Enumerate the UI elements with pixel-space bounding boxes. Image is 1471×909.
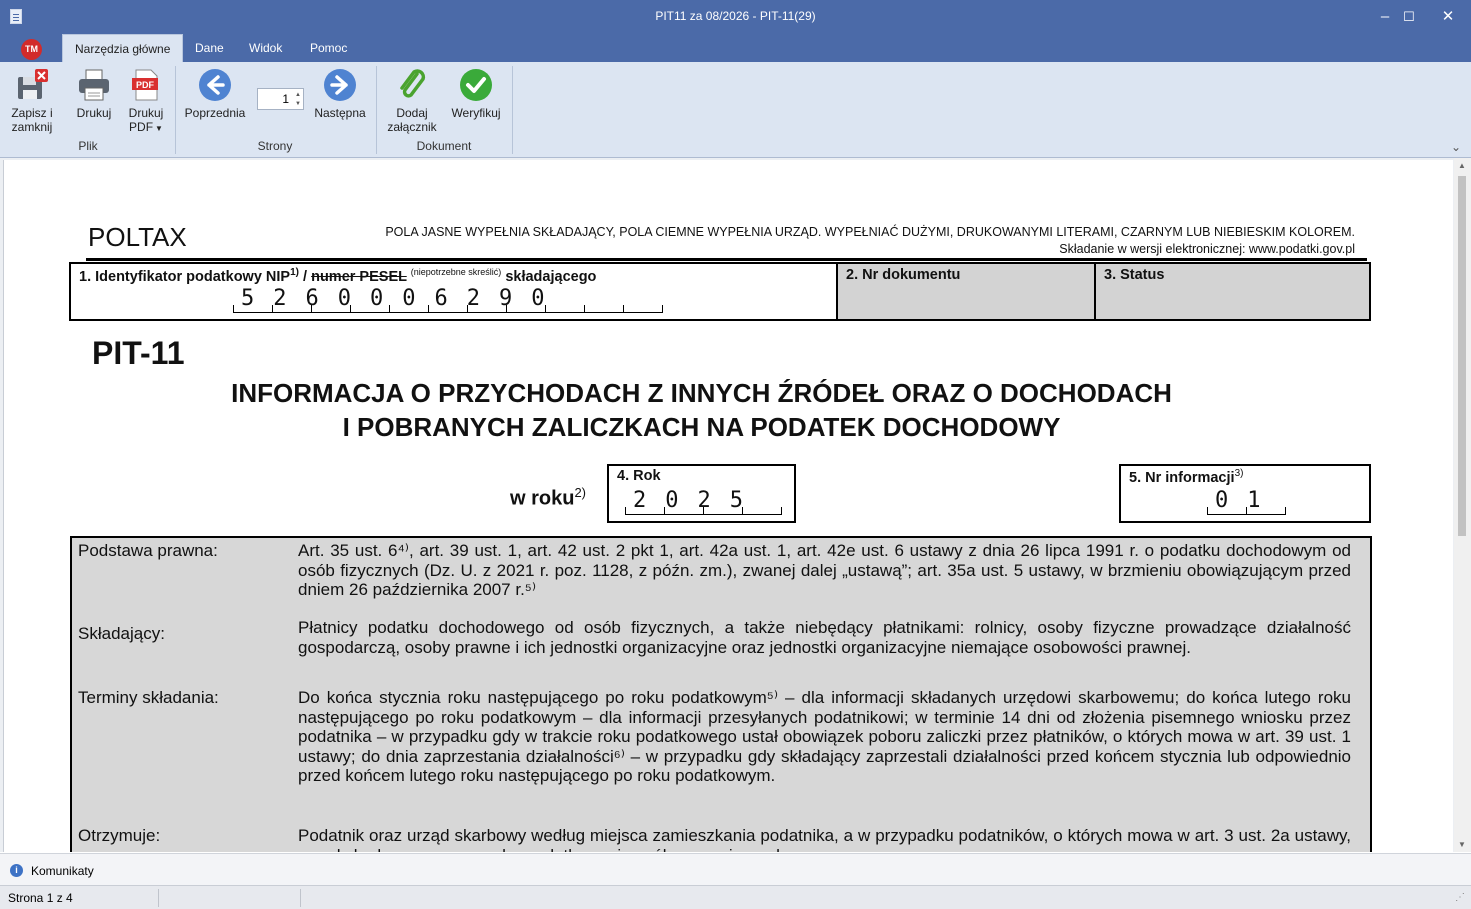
next-page-button[interactable]: Następna bbox=[310, 68, 370, 120]
print-button[interactable]: Drukuj bbox=[70, 68, 118, 120]
tab-narzedzia-glowne[interactable]: Narzędzia główne bbox=[62, 34, 184, 62]
print-pdf-label-2: PDF bbox=[129, 120, 154, 134]
field1-pesel-strike: numer PESEL bbox=[311, 268, 407, 285]
year-prefix-label: w roku2) bbox=[510, 485, 586, 511]
messages-bar: i Komunikaty bbox=[0, 853, 1471, 885]
chevron-down-icon: ▼ bbox=[155, 124, 163, 133]
group-separator bbox=[175, 66, 176, 154]
tab-dane[interactable]: Dane bbox=[183, 34, 236, 62]
spin-down-icon[interactable]: ▼ bbox=[293, 101, 301, 107]
scrollbar-thumb[interactable] bbox=[1458, 176, 1466, 536]
arrow-right-icon bbox=[324, 69, 356, 101]
field5-label: 5. Nr informacji bbox=[1129, 469, 1235, 486]
printer-icon bbox=[79, 69, 109, 101]
nip-comb bbox=[233, 305, 663, 313]
legal-info-box: Podstawa prawna: Art. 35 ust. 6⁴⁾, art. … bbox=[70, 536, 1372, 852]
field4-label: 4. Rok bbox=[617, 468, 661, 484]
pdf-icon: PDF bbox=[132, 69, 158, 101]
field1-label: 1. Identyfikator podatkowy NIP bbox=[79, 268, 291, 285]
year-footnote: 2) bbox=[574, 485, 587, 500]
resize-grip-icon[interactable]: ⋰ bbox=[1455, 892, 1465, 903]
tab-widok[interactable]: Widok bbox=[237, 34, 294, 62]
deadlines-text: Do końca stycznia roku następującego po … bbox=[298, 688, 1351, 785]
form-title-line-1: INFORMACJA O PRZYCHODACH Z INNYCH ŹRÓDEŁ… bbox=[231, 378, 1172, 408]
messages-button[interactable]: Komunikaty bbox=[31, 864, 94, 878]
save-close-label-1: Zapisz i bbox=[11, 106, 53, 120]
group-label-document: Dokument bbox=[416, 139, 472, 153]
previous-label: Poprzednia bbox=[184, 106, 246, 120]
save-close-label-2: zamknij bbox=[11, 120, 53, 134]
field3-label: 3. Status bbox=[1104, 267, 1165, 283]
field3-cell: 3. Status bbox=[1094, 264, 1369, 319]
verify-button[interactable]: Weryfikuj bbox=[446, 68, 506, 120]
form-title-line-2: I POBRANYCH ZALICZKACH NA PODATEK DOCHOD… bbox=[342, 412, 1061, 442]
spin-up-icon[interactable]: ▲ bbox=[293, 92, 301, 98]
arrow-left-icon bbox=[199, 69, 231, 101]
previous-page-button[interactable]: Poprzednia bbox=[183, 68, 247, 120]
info-number-box: 5. Nr informacji3) 01 bbox=[1119, 464, 1371, 523]
group-label-file: Plik bbox=[78, 139, 98, 153]
vertical-scrollbar[interactable]: ▲ ▼ bbox=[1454, 158, 1471, 852]
field5-footnote: 3) bbox=[1234, 468, 1244, 479]
header-rule bbox=[86, 258, 1367, 261]
recipient-label: Otrzymuje: bbox=[78, 826, 161, 845]
group-separator bbox=[512, 66, 513, 154]
add-attachment-label-1: Dodaj bbox=[396, 106, 428, 120]
pdf-icon-text: PDF bbox=[136, 80, 155, 90]
add-attachment-label-2: załącznik bbox=[387, 120, 437, 134]
legal-basis-label: Podstawa prawna: bbox=[78, 541, 218, 560]
menu-bar: TM Narzędzia główne Dane Widok Pomoc bbox=[0, 34, 1471, 62]
add-attachment-button[interactable]: Dodaj załącznik bbox=[383, 68, 441, 134]
instructions-text: POLA JASNE WYPEŁNIA SKŁADAJĄCY, POLA CIE… bbox=[385, 225, 1355, 239]
verify-label: Weryfikuj bbox=[451, 106, 501, 120]
recipient-text: Podatnik oraz urząd skarbowy według miej… bbox=[298, 826, 1351, 852]
title-bar: PIT11 za 08/2026 - PIT-11(29) – ☐ ✕ bbox=[0, 0, 1471, 34]
tm-logo-icon[interactable]: TM bbox=[21, 39, 42, 60]
print-pdf-label-1: Drukuj bbox=[128, 106, 164, 120]
form-page: POLTAX POLA JASNE WYPEŁNIA SKŁADAJĄCY, P… bbox=[3, 160, 1453, 852]
check-icon bbox=[460, 69, 492, 101]
legal-basis-text: Art. 35 ust. 6⁴⁾, art. 39 ust. 1, art. 4… bbox=[298, 541, 1351, 599]
page-number-value: 1 bbox=[282, 92, 289, 106]
field2-label: 2. Nr dokumentu bbox=[846, 267, 961, 283]
paperclip-icon bbox=[400, 69, 426, 98]
status-divider bbox=[300, 889, 301, 907]
ribbon: Zapisz i zamknij Drukuj PDF Drukuj PDF ▼ … bbox=[0, 62, 1471, 158]
group-separator bbox=[376, 66, 377, 154]
electronic-submission-text: Składanie w wersji elektronicznej: www.p… bbox=[1059, 242, 1355, 256]
window-title: PIT11 za 08/2026 - PIT-11(29) bbox=[655, 9, 816, 23]
page-indicator: Strona 1 z 4 bbox=[8, 891, 73, 905]
group-label-pages: Strony bbox=[257, 139, 293, 153]
next-label: Następna bbox=[314, 106, 366, 120]
field1-label-b: składającego bbox=[505, 268, 597, 285]
submitter-text: Płatnicy podatku dochodowego od osób fiz… bbox=[298, 618, 1351, 657]
info-number-comb bbox=[1207, 507, 1286, 515]
field1-slash: / bbox=[299, 268, 312, 285]
close-button[interactable]: ✕ bbox=[1425, 0, 1471, 34]
status-divider bbox=[158, 889, 159, 907]
submitter-label: Składający: bbox=[78, 624, 165, 643]
collapse-ribbon-icon[interactable]: ⌄ bbox=[1451, 140, 1461, 154]
print-pdf-button[interactable]: PDF Drukuj PDF ▼ bbox=[122, 68, 170, 136]
form-code: PIT-11 bbox=[92, 335, 185, 371]
field1-note: (niepotrzebne skreślić) bbox=[410, 266, 502, 277]
year-field-box: 4. Rok 2025 bbox=[607, 464, 796, 523]
field1-footnote: 1) bbox=[290, 267, 299, 278]
year-prefix-text: w roku bbox=[510, 487, 575, 510]
document-view: POLTAX POLA JASNE WYPEŁNIA SKŁADAJĄCY, P… bbox=[0, 158, 1471, 852]
info-icon: i bbox=[10, 864, 23, 877]
poltax-logo: POLTAX bbox=[88, 222, 187, 252]
scroll-up-icon[interactable]: ▲ bbox=[1458, 161, 1466, 170]
deadlines-label: Terminy składania: bbox=[78, 688, 219, 707]
tab-pomoc[interactable]: Pomoc bbox=[298, 34, 359, 62]
save-close-button[interactable]: Zapisz i zamknij bbox=[6, 68, 58, 134]
header-fields-box: 1. Identyfikator podatkowy NIP1) / numer… bbox=[69, 262, 1371, 321]
year-comb bbox=[625, 507, 782, 515]
page-number-input[interactable]: 1 ▲ ▼ bbox=[257, 88, 304, 110]
scroll-down-icon[interactable]: ▼ bbox=[1458, 840, 1466, 849]
print-label: Drukuj bbox=[76, 106, 112, 120]
save-close-icon bbox=[18, 69, 48, 99]
field2-cell: 2. Nr dokumentu bbox=[836, 264, 1094, 319]
status-bar: Strona 1 z 4 ⋰ bbox=[0, 885, 1471, 909]
